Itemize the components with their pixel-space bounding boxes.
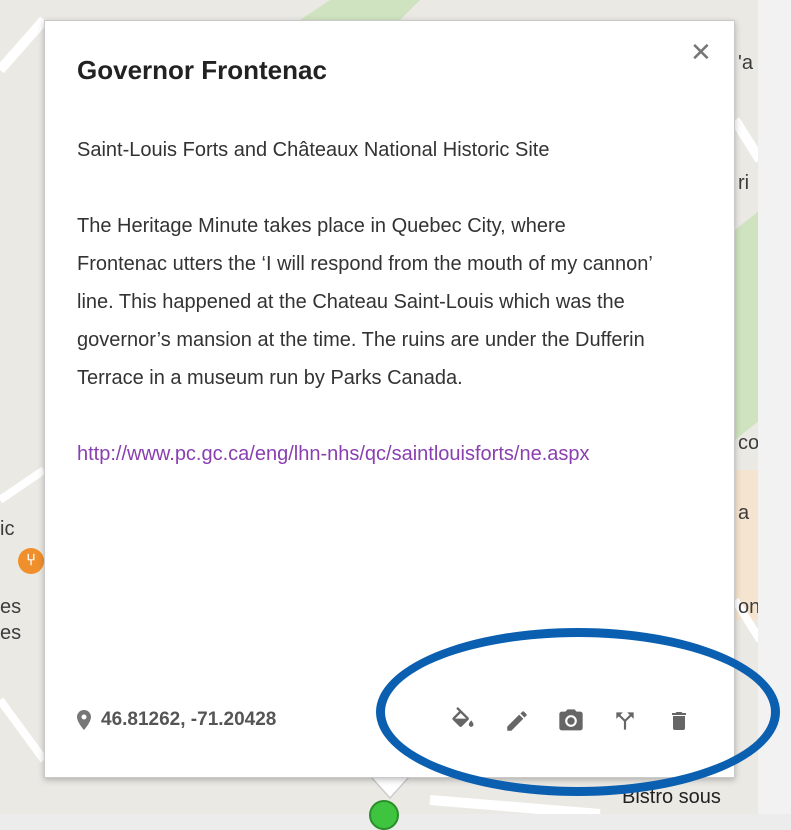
coordinates: 46.81262, -71.20428 [77, 709, 276, 731]
map-label: on [738, 596, 761, 618]
map-label: es [0, 596, 22, 618]
directions-icon[interactable] [605, 701, 645, 741]
popup-link[interactable]: http://www.pc.gc.ca/eng/lhn-nhs/qc/saint… [77, 443, 590, 465]
map-label: 'a [738, 52, 753, 74]
map-label: Bistro sous [622, 786, 721, 808]
map-label: ri [738, 172, 750, 194]
map-label: es [0, 622, 22, 644]
popup-description: The Heritage Minute takes place in Quebe… [77, 215, 653, 389]
coordinates-text: 46.81262, -71.20428 [101, 709, 277, 730]
trash-icon[interactable] [659, 701, 699, 741]
restaurant-icon[interactable]: ⑂ [18, 548, 44, 574]
popup-tail [372, 777, 408, 797]
map-label: co [738, 432, 760, 454]
info-popup: ✕ Governor Frontenac Saint-Louis Forts a… [44, 20, 735, 778]
paint-bucket-icon[interactable] [443, 701, 483, 741]
map-label: a [738, 502, 750, 524]
location-pin-icon [77, 710, 91, 730]
map-label: ic [0, 518, 15, 540]
popup-toolbar [443, 701, 699, 741]
pencil-icon[interactable] [497, 701, 537, 741]
map-edge [758, 0, 791, 814]
popup-title: Governor Frontenac [77, 55, 327, 85]
popup-body: Saint-Louis Forts and Châteaux National … [77, 131, 657, 511]
camera-icon[interactable] [551, 701, 591, 741]
map-marker[interactable] [369, 800, 399, 830]
close-icon[interactable]: ✕ [690, 39, 712, 65]
popup-site: Saint-Louis Forts and Châteaux National … [77, 139, 550, 161]
